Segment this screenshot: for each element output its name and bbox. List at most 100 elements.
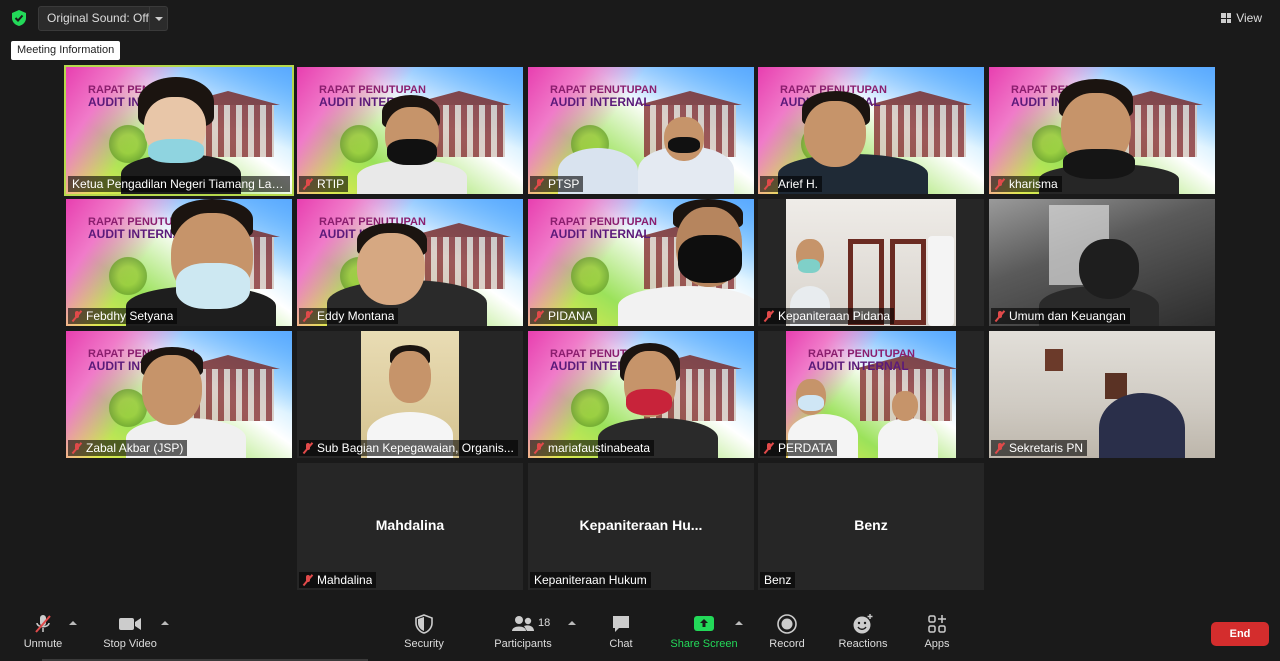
shield-check-icon[interactable]: [10, 9, 28, 27]
apps-button[interactable]: Apps: [920, 613, 954, 650]
participant-name: PERDATA: [778, 441, 833, 455]
video-camera-icon: [119, 618, 141, 630]
participant-name-tag: Zabal Akbar (JSP): [68, 440, 188, 456]
mic-muted-icon: [35, 615, 51, 633]
banner-line2: AUDIT INTERNAL: [550, 95, 651, 109]
zoom-meeting-window: Original Sound: Off Meeting Information …: [0, 0, 1280, 661]
security-label: Security: [404, 638, 444, 650]
muted-mic-icon: [534, 442, 544, 454]
reactions-button[interactable]: Reactions: [834, 613, 892, 650]
video-tile[interactable]: Benz Benz: [758, 463, 984, 590]
participant-name: Febdhy Setyana: [86, 309, 174, 323]
participant-name: PIDANA: [548, 309, 593, 323]
participant-name-tag: Umum dan Keuangan: [991, 308, 1130, 324]
video-tile[interactable]: Kepaniteraan Hu... Kepaniteraan Hukum: [528, 463, 754, 590]
participant-name-tag: mariafaustinabeata: [530, 440, 655, 456]
unmute-button[interactable]: Unmute: [18, 613, 68, 650]
participant-name: Zabal Akbar (JSP): [86, 441, 184, 455]
participant-display-name: Kepaniteraan Hu...: [579, 517, 703, 533]
muted-mic-icon: [72, 310, 82, 322]
video-tile[interactable]: RAPAT PENUTUPAN AUDIT INTERNAL PERDATA: [758, 331, 984, 458]
video-tile[interactable]: RAPAT PENUTUPANAUDIT INTERNAL Arief H.: [758, 67, 984, 194]
participant-name: Arief H.: [778, 177, 819, 191]
video-tile[interactable]: Kepaniteraan Pidana: [758, 199, 984, 326]
view-button[interactable]: View: [1215, 8, 1268, 28]
stop-video-label: Stop Video: [103, 638, 157, 650]
participant-name: mariafaustinabeata: [548, 441, 651, 455]
participant-name-tag: kharisma: [991, 176, 1062, 192]
meeting-controls-bar: Unmute Stop Video Security Participants …: [0, 605, 1280, 661]
original-sound-dropdown[interactable]: [150, 6, 168, 31]
participants-options-caret[interactable]: [568, 621, 576, 625]
video-tile[interactable]: Sub Bagian Kepegawaian, Organis...: [297, 331, 523, 458]
record-label: Record: [769, 638, 805, 650]
participant-name: Sekretaris PN: [1009, 441, 1084, 455]
participant-name-tag: PERDATA: [760, 440, 837, 456]
video-tile[interactable]: Umum dan Keuangan: [989, 199, 1215, 326]
video-tile[interactable]: RAPAT PENUTUPANAUDIT INTERNAL kharisma: [989, 67, 1215, 194]
participant-display-name: Benz: [854, 517, 888, 533]
muted-mic-icon: [303, 574, 313, 586]
participant-count: 18: [538, 617, 551, 629]
video-tile[interactable]: RAPAT PENUTUPANAUDIT INTERNAL Ketua Peng…: [64, 65, 294, 196]
video-tile[interactable]: RAPAT PENUTUPAN AUDIT INTERNAL Febdhy Set…: [66, 199, 292, 326]
video-options-caret[interactable]: [161, 621, 169, 625]
participant-name-tag: Eddy Montana: [299, 308, 399, 324]
participant-name: Sub Bagian Kepegawaian, Organis...: [317, 441, 514, 455]
muted-mic-icon: [995, 442, 1005, 454]
view-label: View: [1236, 11, 1262, 25]
stop-video-button[interactable]: Stop Video: [100, 613, 160, 650]
participant-name: RTIP: [317, 177, 345, 191]
original-sound-button[interactable]: Original Sound: Off: [38, 6, 150, 31]
smiley-plus-icon: [853, 614, 873, 634]
meeting-info-tooltip: Meeting Information: [11, 41, 121, 60]
video-tile[interactable]: RAPAT PENUTUPAN AUDIT INTERNAL PTSP: [528, 67, 754, 194]
share-screen-label: Share Screen: [670, 638, 738, 650]
muted-mic-icon: [995, 310, 1005, 322]
shield-icon: [415, 614, 433, 634]
video-tile[interactable]: RAPAT PENUTUPAN AUDIT INTERNAL Zabal Akba…: [66, 331, 292, 458]
chat-label: Chat: [609, 638, 633, 650]
muted-mic-icon: [72, 442, 82, 454]
participant-name-tag: Mahdalina: [299, 572, 377, 588]
muted-mic-icon: [764, 178, 774, 190]
end-meeting-button[interactable]: End: [1211, 622, 1269, 646]
banner-line2: AUDIT INTERNAL: [808, 359, 909, 373]
muted-mic-icon: [995, 178, 1005, 190]
participant-name: Kepaniteraan Pidana: [778, 309, 891, 323]
participant-name-tag: Arief H.: [760, 176, 823, 192]
security-button[interactable]: Security: [400, 613, 448, 650]
record-button[interactable]: Record: [766, 613, 808, 650]
participant-name: Kepaniteraan Hukum: [534, 573, 647, 587]
participant-name-tag: PIDANA: [530, 308, 597, 324]
record-icon: [777, 614, 797, 634]
participant-name: Mahdalina: [317, 573, 373, 587]
chat-bubble-icon: [613, 616, 629, 632]
apps-label: Apps: [924, 638, 950, 650]
participant-name: kharisma: [1009, 177, 1058, 191]
participant-name-tag: Kepaniteraan Hukum: [530, 572, 651, 588]
participant-name-tag: Sub Bagian Kepegawaian, Organis...: [299, 440, 518, 456]
reactions-label: Reactions: [838, 638, 888, 650]
participant-name-tag: Benz: [760, 572, 796, 588]
video-tile[interactable]: RAPAT PENUTUPAN AUDIT INTERNAL PIDANA: [528, 199, 754, 326]
participant-name: Benz: [764, 573, 792, 587]
video-tile[interactable]: RAPAT PENUTUPANAUDIT INTERNAL Eddy Monta…: [297, 199, 523, 326]
chat-button[interactable]: Chat: [604, 613, 638, 650]
share-options-caret[interactable]: [735, 621, 743, 625]
video-tile[interactable]: RAPAT PENUTUPAN AUDIT INTERNAL mariafaust…: [528, 331, 754, 458]
share-screen-button[interactable]: Share Screen: [670, 613, 738, 650]
video-tile[interactable]: RAPAT PENUTUPAN AUDIT INTERNAL RTIP: [297, 67, 523, 194]
participant-name: Ketua Pengadilan Negeri Tiamang Lay...: [72, 177, 286, 191]
muted-mic-icon: [303, 310, 313, 322]
muted-mic-icon: [764, 442, 774, 454]
video-tile[interactable]: Mahdalina Mahdalina: [297, 463, 523, 590]
video-tile[interactable]: Sekretaris PN: [989, 331, 1215, 458]
participant-display-name: Mahdalina: [375, 517, 445, 533]
participant-name: Eddy Montana: [317, 309, 395, 323]
banner-line2: AUDIT INTERNAL: [550, 227, 651, 241]
participant-name-tag: Febdhy Setyana: [68, 308, 178, 324]
participant-name-tag: RTIP: [299, 176, 349, 192]
participant-name-tag: Sekretaris PN: [991, 440, 1088, 456]
audio-options-caret[interactable]: [69, 621, 77, 625]
